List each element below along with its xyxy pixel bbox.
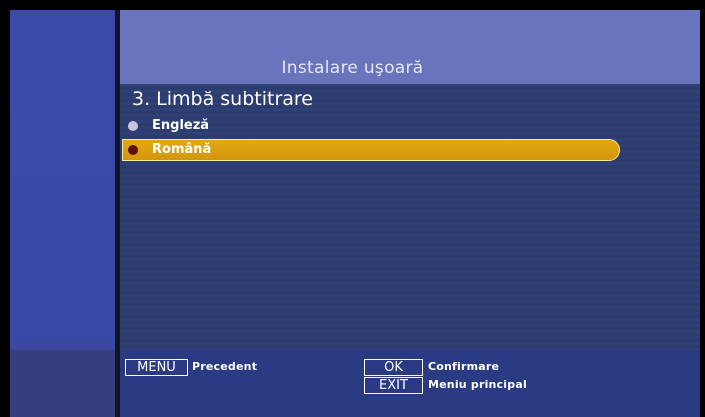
- ok-key-button[interactable]: OK: [364, 359, 423, 376]
- menu-key-button[interactable]: MENU: [125, 359, 188, 376]
- option-engleza[interactable]: Engleză: [122, 115, 620, 137]
- ok-key-description: Confirmare: [428, 360, 500, 373]
- radio-dot-icon: [128, 121, 138, 131]
- menu-key-description: Precedent: [192, 360, 258, 373]
- option-label: Engleză: [152, 118, 210, 133]
- left-sidebar-footer: [10, 350, 115, 417]
- exit-key-description: Meniu principal: [428, 378, 527, 391]
- option-romana-selected[interactable]: Română: [122, 139, 620, 161]
- option-label: Română: [152, 142, 212, 157]
- exit-key-button[interactable]: EXIT: [364, 377, 423, 394]
- radio-dot-selected-icon: [128, 145, 138, 155]
- section-title: 3. Limbă subtitrare: [132, 88, 314, 110]
- page-title: Instalare uşoară: [281, 58, 424, 78]
